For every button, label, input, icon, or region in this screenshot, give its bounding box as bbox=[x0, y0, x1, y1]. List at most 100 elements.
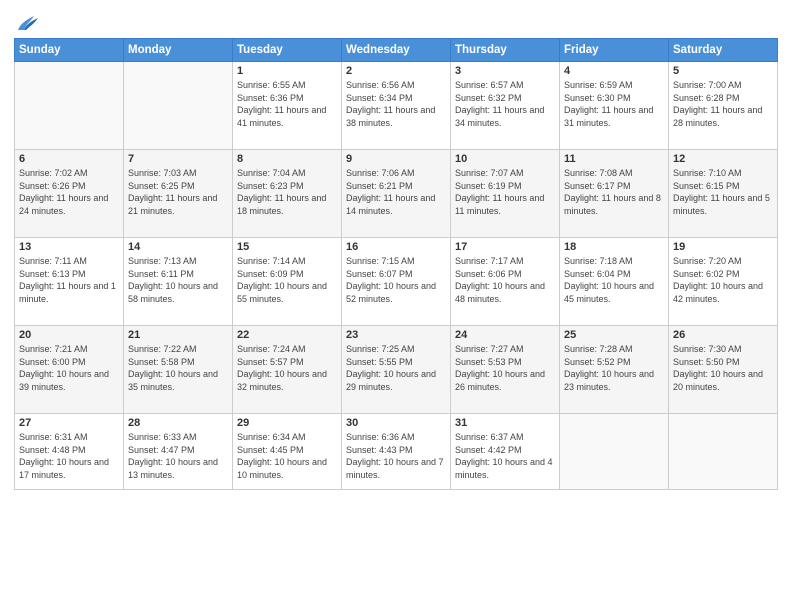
day-number: 29 bbox=[237, 417, 337, 429]
calendar-cell: 12 Sunrise: 7:10 AMSunset: 6:15 PMDayligh… bbox=[669, 150, 778, 238]
day-number: 23 bbox=[346, 329, 446, 341]
day-info: Sunrise: 6:37 AMSunset: 4:42 PMDaylight:… bbox=[455, 431, 555, 481]
day-info: Sunrise: 6:34 AMSunset: 4:45 PMDaylight:… bbox=[237, 431, 337, 481]
day-number: 11 bbox=[564, 153, 664, 165]
day-number: 7 bbox=[128, 153, 228, 165]
day-number: 22 bbox=[237, 329, 337, 341]
day-info: Sunrise: 6:59 AMSunset: 6:30 PMDaylight:… bbox=[564, 79, 664, 129]
day-info: Sunrise: 7:02 AMSunset: 6:26 PMDaylight:… bbox=[19, 167, 119, 217]
calendar-cell bbox=[669, 414, 778, 490]
calendar-cell: 23Sunrise: 7:25 AMSunset: 5:55 PMDayligh… bbox=[342, 326, 451, 414]
day-info: Sunrise: 7:14 AMSunset: 6:09 PMDaylight:… bbox=[237, 255, 337, 305]
day-number: 8 bbox=[237, 153, 337, 165]
day-number: 6 bbox=[19, 153, 119, 165]
week-row-2: 6 Sunrise: 7:02 AMSunset: 6:26 PMDaylight… bbox=[15, 150, 778, 238]
week-row-3: 13 Sunrise: 7:11 AMSunset: 6:13 PMDayligh… bbox=[15, 238, 778, 326]
calendar-cell: 19 Sunrise: 7:20 AMSunset: 6:02 PMDayligh… bbox=[669, 238, 778, 326]
calendar-cell: 22 Sunrise: 7:24 AMSunset: 5:57 PMDayligh… bbox=[233, 326, 342, 414]
day-info: Sunrise: 7:18 AMSunset: 6:04 PMDaylight:… bbox=[564, 255, 664, 305]
day-number: 10 bbox=[455, 153, 555, 165]
day-number: 27 bbox=[19, 417, 119, 429]
calendar-cell: 27 Sunrise: 6:31 AMSunset: 4:48 PMDayligh… bbox=[15, 414, 124, 490]
calendar-cell: 9 Sunrise: 7:06 AMSunset: 6:21 PMDaylight… bbox=[342, 150, 451, 238]
calendar-cell: 16 Sunrise: 7:15 AMSunset: 6:07 PMDayligh… bbox=[342, 238, 451, 326]
day-info: Sunrise: 7:06 AMSunset: 6:21 PMDaylight:… bbox=[346, 167, 446, 217]
calendar-table: SundayMondayTuesdayWednesdayThursdayFrid… bbox=[14, 38, 778, 490]
day-number: 9 bbox=[346, 153, 446, 165]
day-info: Sunrise: 7:27 AMSunset: 5:53 PMDaylight:… bbox=[455, 343, 555, 393]
day-number: 30 bbox=[346, 417, 446, 429]
day-info: Sunrise: 7:21 AMSunset: 6:00 PMDaylight:… bbox=[19, 343, 119, 393]
calendar-cell bbox=[15, 62, 124, 150]
day-number: 4 bbox=[564, 65, 664, 77]
week-row-4: 20 Sunrise: 7:21 AMSunset: 6:00 PMDayligh… bbox=[15, 326, 778, 414]
day-number: 17 bbox=[455, 241, 555, 253]
calendar-cell: 1 Sunrise: 6:55 AMSunset: 6:36 PMDaylight… bbox=[233, 62, 342, 150]
calendar-cell: 11 Sunrise: 7:08 AMSunset: 6:17 PMDayligh… bbox=[560, 150, 669, 238]
weekday-header-wednesday: Wednesday bbox=[342, 39, 451, 62]
logo bbox=[14, 14, 38, 32]
week-row-1: 1 Sunrise: 6:55 AMSunset: 6:36 PMDaylight… bbox=[15, 62, 778, 150]
day-number: 26 bbox=[673, 329, 773, 341]
day-info: Sunrise: 6:57 AMSunset: 6:32 PMDaylight:… bbox=[455, 79, 555, 129]
weekday-header-thursday: Thursday bbox=[451, 39, 560, 62]
weekday-header-monday: Monday bbox=[124, 39, 233, 62]
calendar-cell: 17Sunrise: 7:17 AMSunset: 6:06 PMDayligh… bbox=[451, 238, 560, 326]
weekday-header-friday: Friday bbox=[560, 39, 669, 62]
day-info: Sunrise: 7:24 AMSunset: 5:57 PMDaylight:… bbox=[237, 343, 337, 393]
day-info: Sunrise: 7:11 AMSunset: 6:13 PMDaylight:… bbox=[19, 255, 119, 305]
calendar-cell: 29 Sunrise: 6:34 AMSunset: 4:45 PMDayligh… bbox=[233, 414, 342, 490]
day-number: 1 bbox=[237, 65, 337, 77]
day-number: 21 bbox=[128, 329, 228, 341]
calendar-cell bbox=[560, 414, 669, 490]
day-info: Sunrise: 6:56 AMSunset: 6:34 PMDaylight:… bbox=[346, 79, 446, 129]
calendar-cell: 7Sunrise: 7:03 AMSunset: 6:25 PMDaylight… bbox=[124, 150, 233, 238]
day-info: Sunrise: 7:22 AMSunset: 5:58 PMDaylight:… bbox=[128, 343, 228, 393]
day-number: 5 bbox=[673, 65, 773, 77]
calendar-cell: 15 Sunrise: 7:14 AMSunset: 6:09 PMDayligh… bbox=[233, 238, 342, 326]
calendar-cell bbox=[124, 62, 233, 150]
day-number: 14 bbox=[128, 241, 228, 253]
day-number: 12 bbox=[673, 153, 773, 165]
day-info: Sunrise: 7:08 AMSunset: 6:17 PMDaylight:… bbox=[564, 167, 664, 217]
day-info: Sunrise: 7:13 AMSunset: 6:11 PMDaylight:… bbox=[128, 255, 228, 305]
day-number: 20 bbox=[19, 329, 119, 341]
calendar-cell: 3 Sunrise: 6:57 AMSunset: 6:32 PMDaylight… bbox=[451, 62, 560, 150]
day-info: Sunrise: 7:15 AMSunset: 6:07 PMDaylight:… bbox=[346, 255, 446, 305]
day-info: Sunrise: 6:31 AMSunset: 4:48 PMDaylight:… bbox=[19, 431, 119, 481]
weekday-header-saturday: Saturday bbox=[669, 39, 778, 62]
day-info: Sunrise: 7:30 AMSunset: 5:50 PMDaylight:… bbox=[673, 343, 773, 393]
calendar-cell: 13 Sunrise: 7:11 AMSunset: 6:13 PMDayligh… bbox=[15, 238, 124, 326]
calendar-cell: 10Sunrise: 7:07 AMSunset: 6:19 PMDayligh… bbox=[451, 150, 560, 238]
calendar-cell: 2 Sunrise: 6:56 AMSunset: 6:34 PMDaylight… bbox=[342, 62, 451, 150]
day-info: Sunrise: 7:10 AMSunset: 6:15 PMDaylight:… bbox=[673, 167, 773, 217]
day-number: 3 bbox=[455, 65, 555, 77]
weekday-header-sunday: Sunday bbox=[15, 39, 124, 62]
day-number: 13 bbox=[19, 241, 119, 253]
day-number: 16 bbox=[346, 241, 446, 253]
day-info: Sunrise: 6:55 AMSunset: 6:36 PMDaylight:… bbox=[237, 79, 337, 129]
calendar-cell: 4 Sunrise: 6:59 AMSunset: 6:30 PMDaylight… bbox=[560, 62, 669, 150]
weekday-header-tuesday: Tuesday bbox=[233, 39, 342, 62]
calendar-cell: 6 Sunrise: 7:02 AMSunset: 6:26 PMDaylight… bbox=[15, 150, 124, 238]
day-info: Sunrise: 7:04 AMSunset: 6:23 PMDaylight:… bbox=[237, 167, 337, 217]
day-info: Sunrise: 6:36 AMSunset: 4:43 PMDaylight:… bbox=[346, 431, 446, 481]
calendar-cell: 21 Sunrise: 7:22 AMSunset: 5:58 PMDayligh… bbox=[124, 326, 233, 414]
day-number: 2 bbox=[346, 65, 446, 77]
calendar-cell: 18 Sunrise: 7:18 AMSunset: 6:04 PMDayligh… bbox=[560, 238, 669, 326]
calendar-cell: 24Sunrise: 7:27 AMSunset: 5:53 PMDayligh… bbox=[451, 326, 560, 414]
day-info: Sunrise: 7:00 AMSunset: 6:28 PMDaylight:… bbox=[673, 79, 773, 129]
day-number: 31 bbox=[455, 417, 555, 429]
calendar-cell: 28Sunrise: 6:33 AMSunset: 4:47 PMDayligh… bbox=[124, 414, 233, 490]
calendar-cell: 14 Sunrise: 7:13 AMSunset: 6:11 PMDayligh… bbox=[124, 238, 233, 326]
weekday-header-row: SundayMondayTuesdayWednesdayThursdayFrid… bbox=[15, 39, 778, 62]
day-number: 19 bbox=[673, 241, 773, 253]
day-info: Sunrise: 7:20 AMSunset: 6:02 PMDaylight:… bbox=[673, 255, 773, 305]
calendar-cell: 5 Sunrise: 7:00 AMSunset: 6:28 PMDaylight… bbox=[669, 62, 778, 150]
header bbox=[14, 10, 778, 32]
logo-bird-icon bbox=[16, 14, 38, 32]
calendar-cell: 31 Sunrise: 6:37 AMSunset: 4:42 PMDayligh… bbox=[451, 414, 560, 490]
calendar-cell: 8 Sunrise: 7:04 AMSunset: 6:23 PMDaylight… bbox=[233, 150, 342, 238]
day-number: 15 bbox=[237, 241, 337, 253]
day-number: 18 bbox=[564, 241, 664, 253]
